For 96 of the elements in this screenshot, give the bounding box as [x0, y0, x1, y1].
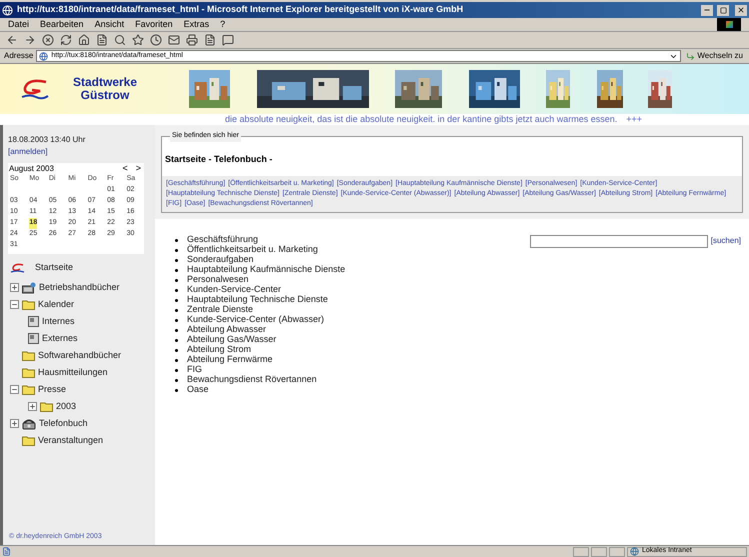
bullet-icon [175, 388, 178, 392]
login-link[interactable]: [anmelden] [8, 147, 48, 156]
search-field[interactable] [530, 235, 708, 248]
bullet-icon [175, 298, 178, 302]
folder-icon [22, 299, 35, 310]
star-icon[interactable] [132, 34, 144, 46]
bullet-icon [175, 358, 178, 362]
next-month-button[interactable]: > [136, 162, 141, 176]
bullet-icon [175, 248, 178, 252]
tree-item[interactable]: Betriebshandbücher [39, 280, 120, 294]
go-arrow-icon [686, 52, 696, 60]
bullet-icon [175, 318, 178, 322]
printer-icon[interactable] [186, 34, 198, 46]
status-pane [591, 546, 607, 556]
tree-item[interactable]: Softwarehandbücher [38, 348, 122, 362]
folder-icon [40, 401, 53, 412]
stop-icon[interactable] [42, 34, 54, 46]
minus-icon [11, 301, 18, 308]
bullet-icon [175, 348, 178, 352]
chat-icon[interactable] [222, 34, 234, 46]
folder-icon [22, 367, 35, 378]
bullet-icon [175, 378, 178, 382]
date-time: 18.08.2003 13:40 Uhr [8, 134, 86, 146]
home-icon[interactable] [78, 34, 90, 46]
page-icon[interactable] [96, 34, 108, 46]
bullet-icon [175, 268, 178, 272]
maximize-icon [720, 6, 726, 14]
edit-icon[interactable] [204, 34, 216, 46]
close-button[interactable] [735, 4, 747, 16]
tree-item[interactable]: Internes [42, 314, 75, 328]
tree-item[interactable]: Hausmitteilungen [38, 366, 108, 380]
menu-item[interactable]: Extras [184, 18, 210, 32]
bullet-icon [175, 338, 178, 342]
expand-toggle[interactable] [28, 402, 37, 411]
go-button[interactable]: Wechseln zu [684, 50, 745, 62]
tree-item[interactable]: Kalender [38, 298, 74, 312]
phone-icon [22, 418, 36, 430]
tree-item[interactable]: Telefonbuch [39, 416, 88, 430]
expand-toggle[interactable] [10, 419, 19, 428]
menu-item[interactable]: ? [220, 18, 226, 32]
expand-toggle[interactable] [10, 283, 19, 292]
tree-item[interactable]: Presse [38, 382, 66, 396]
status-pane [609, 546, 625, 556]
status-pane [573, 546, 589, 556]
plus-icon [11, 284, 18, 291]
maximize-button[interactable] [717, 4, 729, 16]
search-link[interactable]: [suchen] [710, 235, 741, 247]
bullet-icon [175, 258, 178, 262]
news-ticker: die absolute neuigkeit, das ist die absolute neuigkeit. in der kantine gibts jetzt auch warmes essen. +++ [225, 112, 642, 126]
plus-icon [29, 403, 36, 410]
bullet-icon [175, 368, 178, 372]
minus-icon [11, 386, 18, 393]
back-icon[interactable] [6, 34, 18, 46]
collapse-toggle[interactable] [10, 300, 19, 309]
folder-icon [22, 384, 35, 395]
address-label: Adresse [4, 50, 34, 62]
window-title: http://tux:8180/intranet/data/frameset_html - Microsoft Internet Explorer bereitgestellt von iX-ware GmbH [17, 3, 464, 16]
minimize-button[interactable] [701, 4, 713, 16]
page-icon [2, 547, 11, 556]
folder-icon [22, 435, 35, 446]
page-icon [28, 333, 39, 344]
folder-icon [22, 350, 35, 361]
tree-item[interactable]: 2003 [56, 400, 76, 414]
previous-month-button[interactable]: < [122, 162, 128, 176]
book-icon [22, 282, 36, 294]
bullet-icon [175, 288, 178, 292]
intranet-icon [630, 547, 639, 556]
bullet-icon [175, 328, 178, 332]
menu-item[interactable]: Datei [8, 18, 30, 32]
page-title: Startseite - Telefonbuch - [165, 154, 272, 164]
bullet-icon [175, 308, 178, 312]
menu-item[interactable]: Favoriten [135, 18, 173, 32]
clock-icon[interactable] [150, 34, 162, 46]
browser-icon [2, 4, 13, 16]
logo-text: Güstrow [80, 89, 130, 102]
mail-icon[interactable] [168, 34, 180, 46]
page-icon [39, 52, 48, 60]
collapse-toggle[interactable] [10, 385, 19, 394]
windows-logo-icon [717, 18, 741, 31]
home-link[interactable]: Startseite [35, 261, 74, 275]
refresh-icon[interactable] [60, 34, 72, 46]
page-icon [28, 316, 39, 327]
menu-item[interactable]: Bearbeiten [40, 18, 84, 32]
menu-item[interactable]: Ansicht [94, 18, 124, 32]
close-icon [737, 6, 745, 14]
bullet-icon [175, 238, 178, 242]
logo-text: Stadtwerke [72, 76, 138, 89]
tree-item[interactable]: Veranstaltungen [38, 434, 104, 448]
search-icon[interactable] [114, 34, 126, 46]
bullet-icon [175, 278, 178, 282]
calendar-month: August 2003 [9, 162, 55, 174]
logo-icon [20, 78, 50, 100]
logo-icon [10, 263, 25, 273]
plus-icon [11, 420, 18, 427]
forward-icon[interactable] [24, 34, 36, 46]
tree-item[interactable]: Externes [42, 332, 78, 346]
